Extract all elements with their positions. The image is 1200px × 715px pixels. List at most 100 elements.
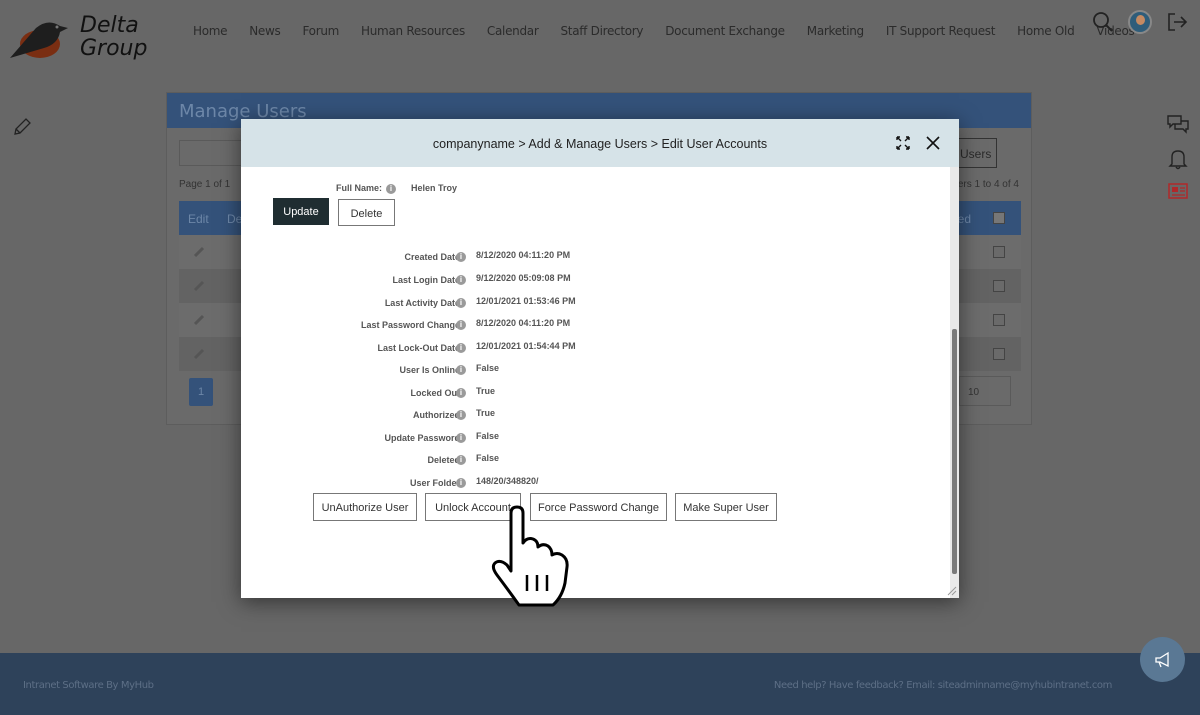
info-icon[interactable]: i: [456, 388, 466, 398]
field-label: Authorized:: [413, 410, 463, 420]
field-row: Deleted: i False: [241, 453, 641, 469]
field-row: User Folder: i 148/20/348820/: [241, 476, 641, 492]
nav-marketing[interactable]: Marketing: [796, 24, 875, 38]
edit-icon[interactable]: [193, 246, 205, 258]
pencil-icon[interactable]: [12, 117, 32, 137]
logout-icon[interactable]: [1166, 11, 1188, 33]
info-icon[interactable]: i: [456, 365, 466, 375]
bird-logo-icon: [10, 22, 68, 59]
modal-title: companyname > Add & Manage Users > Edit …: [432, 137, 768, 151]
brand-name: Delta Group: [80, 13, 148, 61]
field-value: 8/12/2020 04:11:20 PM: [476, 250, 571, 260]
footer-credit: Intranet Software By MyHub: [23, 680, 154, 691]
field-value: 9/12/2020 05:09:08 PM: [476, 273, 571, 283]
field-value: False: [476, 453, 500, 463]
footer: Intranet Software By MyHub Need help? Ha…: [0, 653, 1200, 715]
nav-human-resources[interactable]: Human Resources: [350, 24, 476, 38]
chat-icon[interactable]: [1166, 114, 1190, 136]
info-icon[interactable]: i: [456, 433, 466, 443]
field-label: Last Activity Date:: [384, 298, 463, 308]
field-row: Created Date: i 8/12/2020 04:11:20 PM: [241, 250, 641, 266]
info-icon[interactable]: i: [456, 252, 466, 262]
field-value: 12/01/2021 01:53:46 PM: [476, 296, 576, 306]
edit-icon[interactable]: [193, 314, 205, 326]
field-row: Last Password Change: i 8/12/2020 04:11:20…: [241, 318, 641, 334]
full-name-value: Helen Troy: [411, 183, 458, 193]
modal-scrollbar[interactable]: [950, 167, 959, 598]
field-row: User Is Online: i False: [241, 363, 641, 379]
field-value: True: [476, 386, 496, 396]
update-button[interactable]: Update: [273, 198, 329, 225]
info-icon[interactable]: i: [456, 410, 466, 420]
select-all-checkbox[interactable]: [993, 212, 1005, 224]
field-label: Created Date:: [404, 252, 463, 262]
field-value: True: [476, 408, 496, 418]
info-icon[interactable]: i: [386, 183, 397, 194]
avatar[interactable]: [1128, 10, 1152, 34]
close-icon[interactable]: [925, 135, 941, 151]
info-icon[interactable]: i: [456, 478, 466, 488]
field-label: Last Login Date:: [392, 275, 463, 285]
edit-icon[interactable]: [193, 348, 205, 360]
field-row: Last Lock-Out Date: i 12/01/2021 01:54:44 …: [241, 341, 641, 357]
field-label: Locked Out:: [410, 388, 463, 398]
field-row: Last Login Date: i 9/12/2020 05:09:08 PM: [241, 273, 641, 289]
top-bar: Delta Group Home News Forum Human Resourc…: [0, 0, 1200, 80]
field-label: User Is Online:: [399, 365, 463, 375]
row-checkbox[interactable]: [993, 314, 1005, 326]
field-label: Update Password:: [384, 433, 463, 443]
feedback-button[interactable]: [1140, 637, 1185, 682]
field-value: 148/20/348820/: [476, 476, 539, 486]
page-size-select[interactable]: 10: [959, 376, 1011, 406]
nav-home-old[interactable]: Home Old: [1006, 24, 1085, 38]
top-icons: [1092, 10, 1188, 34]
nav-document-exchange[interactable]: Document Exchange: [654, 24, 796, 38]
info-icon[interactable]: i: [456, 343, 466, 353]
news-icon[interactable]: [1167, 182, 1189, 200]
scrollbar-thumb[interactable]: [952, 329, 957, 574]
unauthorize-user-button[interactable]: UnAuthorize User: [313, 493, 417, 521]
full-name-label: Full Name: i: [336, 183, 397, 194]
info-icon[interactable]: i: [456, 275, 466, 285]
field-value: False: [476, 431, 500, 441]
expand-icon[interactable]: [895, 135, 911, 151]
delete-button[interactable]: Delete: [338, 199, 395, 226]
column-edit: Edit: [188, 212, 209, 226]
users-button[interactable]: Users: [957, 138, 997, 168]
page-info: Page 1 of 1: [179, 179, 231, 190]
row-checkbox[interactable]: [993, 280, 1005, 292]
edit-user-modal: companyname > Add & Manage Users > Edit …: [241, 119, 959, 598]
hand-cursor-icon: [491, 505, 569, 607]
row-checkbox[interactable]: [993, 246, 1005, 258]
info-icon[interactable]: i: [456, 320, 466, 330]
resize-grip-icon[interactable]: [945, 584, 957, 596]
edit-icon[interactable]: [193, 280, 205, 292]
field-value: 12/01/2021 01:54:44 PM: [476, 341, 576, 351]
nav-staff-directory[interactable]: Staff Directory: [549, 24, 654, 38]
field-label: Deleted:: [427, 455, 463, 465]
nav-news[interactable]: News: [238, 24, 291, 38]
info-icon[interactable]: i: [456, 455, 466, 465]
field-label: Last Password Change:: [360, 320, 463, 330]
field-value: 8/12/2020 04:11:20 PM: [476, 318, 571, 328]
field-row: Locked Out: i True: [241, 386, 641, 402]
field-row: Update Password: i False: [241, 431, 641, 447]
field-label: Last Lock-Out Date:: [377, 343, 463, 353]
logo[interactable]: Delta Group: [8, 12, 168, 67]
nav-home[interactable]: Home: [182, 24, 238, 38]
search-icon[interactable]: [1092, 11, 1114, 33]
make-super-user-button[interactable]: Make Super User: [675, 493, 777, 521]
info-icon[interactable]: i: [456, 298, 466, 308]
footer-help[interactable]: Need help? Have feedback? Email: siteadm…: [774, 680, 1112, 691]
bell-icon[interactable]: [1168, 148, 1188, 170]
right-sidebar-icons: [1166, 114, 1190, 200]
main-nav: Home News Forum Human Resources Calendar…: [182, 24, 1145, 38]
nav-forum[interactable]: Forum: [291, 24, 350, 38]
field-value: False: [476, 363, 500, 373]
nav-calendar[interactable]: Calendar: [476, 24, 550, 38]
modal-header: companyname > Add & Manage Users > Edit …: [241, 119, 959, 167]
page-1-button[interactable]: 1: [189, 378, 213, 406]
range-info: ers 1 to 4 of 4: [957, 179, 1019, 190]
nav-it-support-request[interactable]: IT Support Request: [875, 24, 1006, 38]
row-checkbox[interactable]: [993, 348, 1005, 360]
